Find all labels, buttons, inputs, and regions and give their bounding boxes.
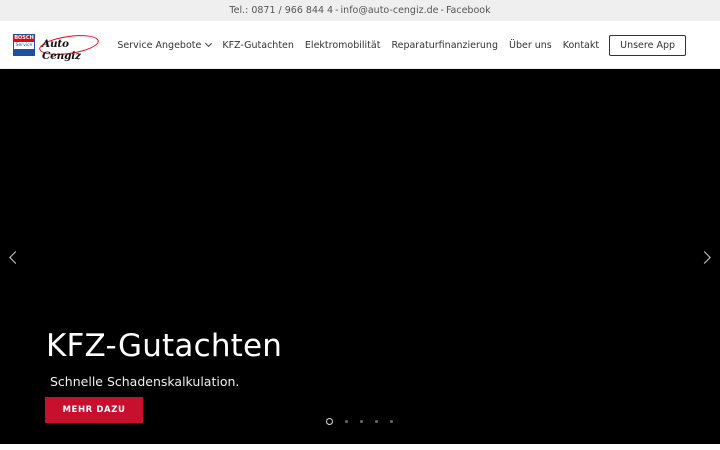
- hero-slider: KFZ-Gutachten Schnelle Schadenskalkulati…: [0, 69, 720, 444]
- site-logo[interactable]: BOSCH Service Auto Cengiz: [13, 31, 101, 62]
- hero-subtitle: Schnelle Schadenskalkulation.: [50, 374, 240, 389]
- bosch-logo-band: [14, 49, 34, 55]
- separator: -: [440, 5, 444, 16]
- slider-dot-5[interactable]: [390, 420, 393, 423]
- page-bottom-strip: [0, 444, 720, 450]
- nav-item-ueber-uns[interactable]: Über uns: [509, 40, 552, 51]
- bosch-service-logo: BOSCH Service: [13, 34, 35, 56]
- nav-item-kfz-gutachten[interactable]: KFZ-Gutachten: [222, 40, 294, 51]
- slider-dot-2[interactable]: [345, 420, 348, 423]
- slider-pagination: [326, 418, 405, 425]
- top-contact-bar: Tel.: 0871 / 966 844 4 - info@auto-cengi…: [0, 0, 720, 21]
- nav-item-reparaturfinanzierung[interactable]: Reparaturfinanzierung: [391, 40, 498, 51]
- mehr-dazu-button[interactable]: MEHR DAZU: [45, 397, 143, 423]
- bosch-logo-text: BOSCH: [14, 35, 34, 42]
- slider-dot-4[interactable]: [375, 420, 378, 423]
- main-navigation: Service Angebote KFZ-Gutachten Elektromo…: [117, 21, 686, 69]
- nav-item-elektromobilitaet[interactable]: Elektromobilität: [305, 40, 381, 51]
- chevron-down-icon: [205, 39, 213, 48]
- nav-item-kontakt[interactable]: Kontakt: [563, 40, 599, 51]
- separator: -: [335, 5, 339, 16]
- service-logo-text: Service: [14, 42, 34, 49]
- slider-dot-3[interactable]: [360, 420, 363, 423]
- site-header: BOSCH Service Auto Cengiz Service Angebo…: [0, 21, 720, 69]
- email-link[interactable]: info@auto-cengiz.de: [341, 5, 439, 16]
- wordmark-text: Auto Cengiz: [42, 38, 81, 62]
- facebook-link[interactable]: Facebook: [446, 5, 491, 16]
- slider-dot-1[interactable]: [326, 418, 333, 425]
- unsere-app-button[interactable]: Unsere App: [609, 34, 686, 56]
- auto-cengiz-wordmark: Auto Cengiz: [38, 31, 101, 62]
- phone-link[interactable]: Tel.: 0871 / 966 844 4: [229, 5, 333, 16]
- chevron-right-icon[interactable]: [698, 251, 711, 264]
- hero-title: KFZ-Gutachten: [46, 328, 283, 364]
- nav-item-service-angebote[interactable]: Service Angebote: [117, 39, 213, 51]
- nav-item-label: Service Angebote: [117, 39, 202, 51]
- chevron-left-icon[interactable]: [9, 251, 22, 264]
